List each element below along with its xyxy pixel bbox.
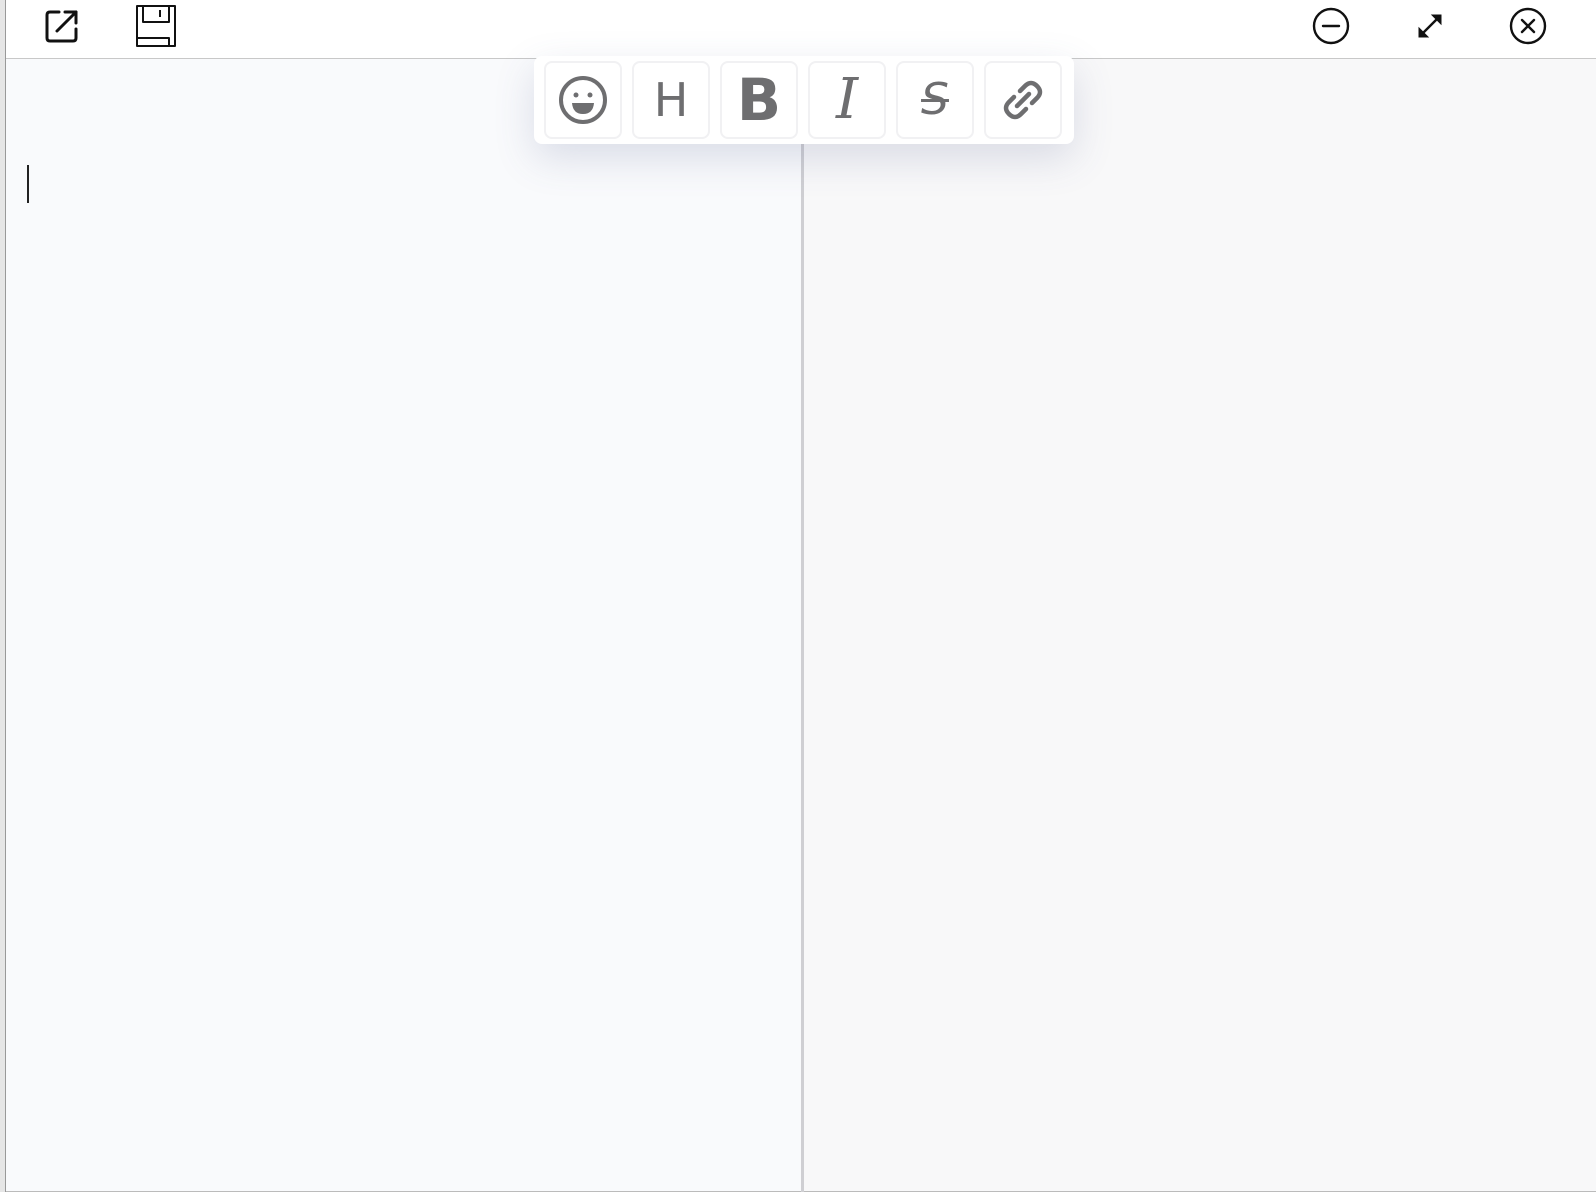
strikethrough-button[interactable]: S: [896, 61, 974, 139]
open-external-icon: [44, 8, 80, 48]
markdown-preview-pane: [804, 59, 1596, 1191]
text-cursor: [27, 165, 29, 203]
open-external-button[interactable]: [40, 6, 84, 50]
link-button[interactable]: [984, 61, 1062, 139]
minimize-icon: [1312, 7, 1350, 49]
bold-button[interactable]: B: [720, 61, 798, 139]
strikethrough-icon: S: [921, 74, 949, 125]
markdown-editor-window: H B I S: [6, 0, 1596, 1192]
close-button[interactable]: [1506, 6, 1550, 50]
markdown-editor-pane[interactable]: [6, 59, 801, 1191]
expand-button[interactable]: [1408, 6, 1452, 50]
italic-button[interactable]: I: [808, 61, 886, 139]
bold-icon: B: [736, 66, 782, 134]
top-toolbar: [6, 0, 1596, 59]
heading-button[interactable]: H: [632, 61, 710, 139]
heading-icon: H: [653, 73, 689, 127]
close-icon: [1509, 7, 1547, 49]
expand-icon: [1413, 9, 1447, 47]
italic-icon: I: [835, 67, 859, 132]
emoji-icon: [557, 74, 609, 126]
save-button[interactable]: [134, 4, 178, 52]
link-icon: [1000, 77, 1046, 123]
emoji-button[interactable]: [544, 61, 622, 139]
save-icon: [135, 4, 177, 52]
minimize-button[interactable]: [1309, 6, 1353, 50]
formatting-toolbar: H B I S: [534, 56, 1074, 144]
pane-divider[interactable]: [801, 142, 804, 1192]
